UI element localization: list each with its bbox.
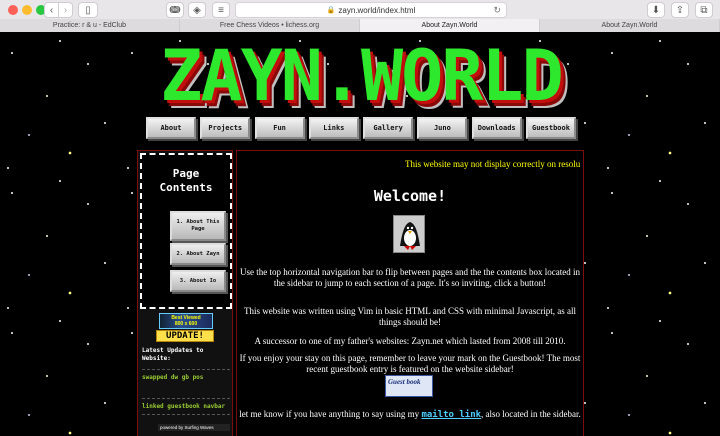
nav-gallery-button[interactable]: Gallery xyxy=(363,117,414,139)
sidebar-toggle-button[interactable]: ▯ xyxy=(78,2,98,18)
chevron-right-icon: › xyxy=(63,4,68,16)
penguin-icon xyxy=(400,222,420,250)
penguin-image xyxy=(393,215,425,253)
nav-about-button[interactable]: About xyxy=(146,117,196,139)
top-navigation: About Projects Fun Links Gallery Juno Do… xyxy=(146,117,576,141)
minimize-window-button[interactable] xyxy=(22,5,32,15)
browser-chrome: ‹ › ▯ ↈ ◈ ≡ 🔒 zayn.world/index.html ↻ ⬇ … xyxy=(0,0,720,32)
tab-label: Practice: r & u - EdClub xyxy=(52,22,127,29)
lock-icon: 🔒 xyxy=(326,7,336,14)
tab-strip: Practice: r & u - EdClub Free Chess Vide… xyxy=(0,19,720,32)
resolution-marquee: This website may not display correctly o… xyxy=(405,159,581,169)
tab-zayn-world[interactable]: About Zayn.World xyxy=(540,19,720,32)
mailto-link[interactable]: mailto link xyxy=(421,410,481,420)
guestbook-badge[interactable]: Guest book xyxy=(385,375,433,397)
best-viewed-text: Best Viewed 800 x 600 xyxy=(171,315,201,327)
download-icon: ⬇ xyxy=(651,4,661,16)
best-viewed-badge: Best Viewed 800 x 600 xyxy=(159,313,213,329)
site-logo-text: ZAYN.WORLD xyxy=(160,35,563,117)
welcome-heading: Welcome! xyxy=(373,187,447,205)
contents-about-io-button[interactable]: 3. About Io xyxy=(170,270,226,292)
sidebar-icon: ▯ xyxy=(85,4,91,16)
chevron-left-icon: ‹ xyxy=(49,4,54,16)
vim-paragraph: This website was written using Vim in ba… xyxy=(244,306,576,327)
update-badge: UPDATE! xyxy=(156,330,214,342)
guestbook-paragraph: If you enjoy your stay on this page, rem… xyxy=(239,353,581,374)
shield-icon: ◈ xyxy=(193,4,201,16)
contact-text: let me know if you have anything to say … xyxy=(239,409,420,419)
shield-extension-button[interactable]: ◈ xyxy=(188,2,206,18)
extension-button[interactable]: ↈ xyxy=(166,2,184,18)
update-item: linked guestbook navbar xyxy=(142,398,230,411)
tab-zayn-world-active[interactable]: About Zayn.World xyxy=(360,19,540,32)
tabs-icon: ⧉ xyxy=(700,4,708,16)
powered-by-badge[interactable]: powered by Surfing Waves xyxy=(158,424,230,431)
intro-paragraph: Use the top horizontal navigation bar to… xyxy=(240,267,580,288)
divider xyxy=(142,414,230,415)
update-item: swapped dw gb pos xyxy=(142,369,230,382)
tab-label: Free Chess Videos • lichess.org xyxy=(219,22,320,29)
contact-paragraph: let me know if you have anything to say … xyxy=(237,409,583,421)
sidebar: Page Contents 1. About This Page 2. Abou… xyxy=(137,150,233,436)
site-logo: ZAYN.WORLD xyxy=(138,37,584,117)
tab-label: About Zayn.World xyxy=(601,22,658,29)
tab-overview-button[interactable]: ⧉ xyxy=(695,2,713,18)
address-bar[interactable]: 🔒 zayn.world/index.html ↻ xyxy=(235,2,507,18)
url-text: zayn.world/index.html xyxy=(338,5,416,15)
downloads-button[interactable]: ⬇ xyxy=(647,2,665,18)
close-window-button[interactable] xyxy=(8,5,18,15)
back-button[interactable]: ‹ xyxy=(44,2,59,18)
reader-button[interactable]: ≡ xyxy=(212,2,230,18)
nav-projects-button[interactable]: Projects xyxy=(200,117,251,139)
tab-edclub[interactable]: Practice: r & u - EdClub xyxy=(0,19,180,32)
page-contents-box: Page Contents 1. About This Page 2. Abou… xyxy=(140,153,232,309)
tab-label: About Zayn.World xyxy=(421,22,478,29)
forward-button[interactable]: › xyxy=(58,2,73,18)
page-contents-title: Page Contents xyxy=(159,167,213,194)
contents-about-this-page-button[interactable]: 1. About This Page xyxy=(170,211,226,241)
main-content: This website may not display correctly o… xyxy=(236,150,584,436)
successor-paragraph: A successor to one of my father's websit… xyxy=(254,336,566,346)
nav-links-button[interactable]: Links xyxy=(308,117,359,139)
reload-icon[interactable]: ↻ xyxy=(493,5,501,16)
reader-icon: ≡ xyxy=(218,4,224,16)
extension-icon: ↈ xyxy=(169,4,181,16)
page-viewport: ZAYN.WORLD About Projects Fun Links Gall… xyxy=(0,33,720,436)
share-button[interactable]: ⇪ xyxy=(671,2,689,18)
contact-text-end: , also located in the sidebar. xyxy=(481,409,581,419)
nav-fun-button[interactable]: Fun xyxy=(254,117,305,139)
nav-juno-button[interactable]: Juno xyxy=(417,117,468,139)
share-icon: ⇪ xyxy=(675,4,685,16)
nav-downloads-button[interactable]: Downloads xyxy=(471,117,522,139)
latest-updates-title: Latest Updates to Website: xyxy=(142,347,204,362)
nav-guestbook-button[interactable]: Guestbook xyxy=(525,117,576,139)
tab-lichess[interactable]: Free Chess Videos • lichess.org xyxy=(180,19,360,32)
contents-about-zayn-button[interactable]: 2. About Zayn xyxy=(170,243,226,265)
